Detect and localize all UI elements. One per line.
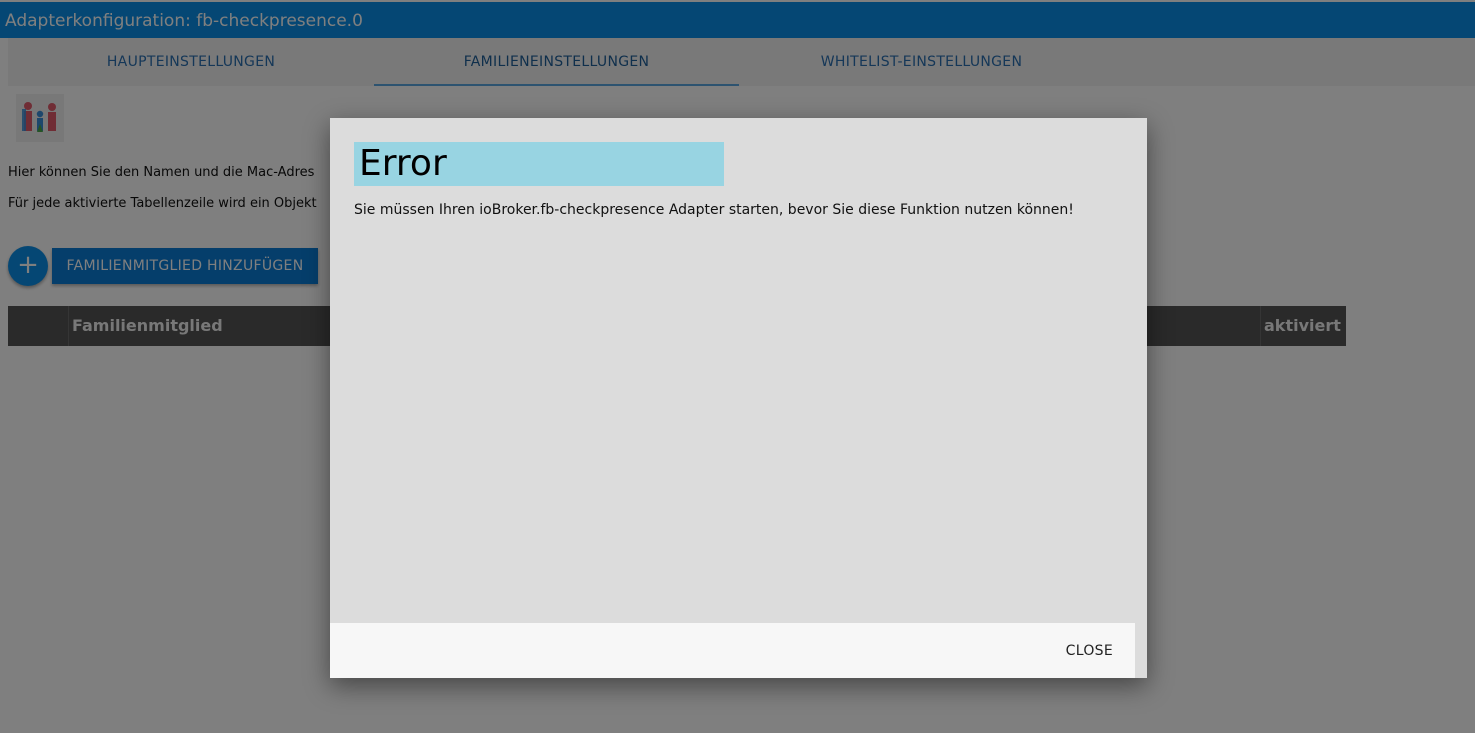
error-dialog: Error Sie müssen Ihren ioBroker.fb-check… bbox=[330, 118, 1147, 678]
dialog-title: Error bbox=[354, 142, 724, 186]
dialog-actions: CLOSE bbox=[330, 623, 1135, 678]
page: Adapterkonfiguration: fb-checkpresence.0… bbox=[0, 0, 1475, 733]
dialog-message: Sie müssen Ihren ioBroker.fb-checkpresen… bbox=[354, 202, 1074, 218]
close-button[interactable]: CLOSE bbox=[1066, 633, 1113, 669]
